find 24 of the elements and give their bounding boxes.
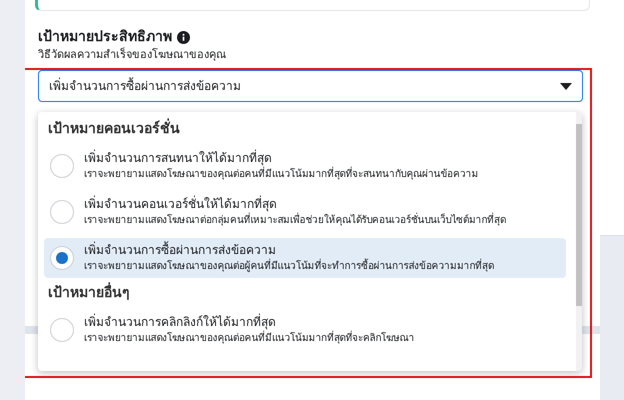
- option-description: เราจะพยายามแสดงโฆษณาของคุณต่อคนที่มีแนวโน้มมากที่สุดที่จะสนทนากับคุณผ่านข้อความ: [84, 167, 478, 182]
- info-icon[interactable]: [177, 30, 190, 44]
- option-description: เราจะพยายามแสดงโฆษณาของคุณต่อคนที่มีแนวโน้มมากที่สุดที่จะคลิกโฆษณา: [84, 331, 414, 346]
- option-label: เพิ่มจำนวนการสนทนาให้ได้มากที่สุด: [84, 150, 273, 166]
- radio-button[interactable]: [50, 246, 74, 270]
- group-heading: เป้าหมายอื่นๆ: [48, 284, 566, 302]
- radio-button[interactable]: [50, 318, 74, 342]
- option-label: เพิ่มจำนวนการคลิกลิงก์ให้ได้มากที่สุด: [84, 314, 277, 330]
- option-label: เพิ่มจำนวนการซื้อผ่านการส่งข้อความ: [84, 242, 277, 258]
- option-item[interactable]: เพิ่มจำนวนการคลิกลิงก์ให้ได้มากที่สุด เราจะพยายามแสดงโฆษณาของคุณต่อคนที่มีแนวโน้มมากที่สุดที่จะคลิกโฆษณา: [44, 310, 566, 350]
- caret-icon: [560, 82, 572, 90]
- group-heading: เป้าหมายคอนเวอร์ชั่น: [48, 120, 566, 138]
- radio-button[interactable]: [50, 154, 74, 178]
- section-subtitle: วิธีวัดผลความสำเร็จของโฆษณาของคุณ: [38, 48, 227, 62]
- goal-dropdown[interactable]: เพิ่มจำนวนการซื้อผ่านการส่งข้อความ: [38, 70, 583, 102]
- radio-button[interactable]: [50, 200, 74, 224]
- section-title: เป้าหมายประสิทธิภาพ: [38, 28, 172, 46]
- option-item[interactable]: เพิ่มจำนวนการสนทนาให้ได้มากที่สุด เราจะพยายามแสดงโฆษณาของคุณต่อคนที่มีแนวโน้มมากที่สุดที่จะสนทนากับคุณผ่านข้อความ: [44, 146, 566, 186]
- scrollbar[interactable]: [576, 112, 582, 371]
- option-description: เราจะพยายามแสดงโฆษณาของคุณต่อผู้คนที่มีแนวโน้มที่จะทำการซื้อผ่านการส่งข้อความมากที่สุด: [84, 259, 494, 274]
- option-item[interactable]: เพิ่มจำนวนการซื้อผ่านการส่งข้อความ เราจะพยายามแสดงโฆษณาของคุณต่อผู้คนที่มีแนวโน้มที่จะทำการซื้อผ่านการส่งข้อความมากที่สุด: [44, 238, 566, 278]
- option-description: เราจะพยายามแสดงโฆษณาต่อกลุ่มคนที่เหมาะสมเพื่อช่วยให้คุณได้รับคอนเวอร์ชั่นบนเว็บไซต์มากที่สุด: [84, 213, 506, 228]
- option-label: เพิ่มจำนวนคอนเวอร์ชั่นให้ได้มากที่สุด: [84, 196, 278, 212]
- option-item[interactable]: เพิ่มจำนวนคอนเวอร์ชั่นให้ได้มากที่สุด เราจะพยายามแสดงโฆษณาต่อกลุ่มคนที่เหมาะสมเพื่อช่วยให้คุณได้รับคอนเวอร์ชั่นบนเว็บไซต์มากที่สุด: [44, 192, 566, 232]
